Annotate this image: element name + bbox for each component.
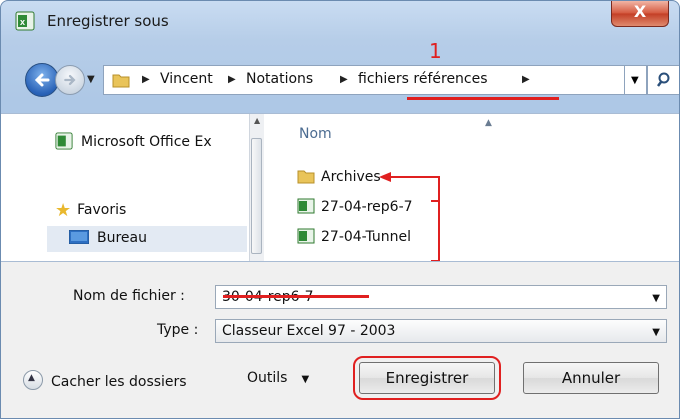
filename-label: Nom de fichier : — [73, 288, 185, 304]
cancel-button[interactable]: Annuler — [523, 362, 659, 394]
chevron-down-icon[interactable]: ▼ — [652, 293, 660, 304]
chevron-down-icon[interactable]: ▼ — [652, 327, 660, 338]
annotation-highlight — [353, 356, 501, 400]
hide-folders-toggle[interactable]: ▲ Cacher les dossiers — [23, 370, 187, 390]
type-label: Type : — [157, 322, 199, 338]
save-as-dialog: x Enregistrer sous X ▼ ▶ Vincent ▶ Notat… — [0, 0, 680, 419]
tools-label: Outils — [247, 370, 288, 386]
type-select[interactable]: Classeur Excel 97 - 2003 ▼ — [215, 319, 667, 343]
hide-folders-label: Cacher les dossiers — [51, 374, 187, 390]
chevron-down-icon: ▼ — [301, 374, 310, 385]
annotation-underline — [223, 295, 369, 298]
tools-menu-button[interactable]: Outils ▼ — [247, 370, 309, 386]
collapse-arrow-icon[interactable]: ▲ — [23, 370, 43, 390]
type-value[interactable]: Classeur Excel 97 - 2003 — [222, 323, 395, 339]
